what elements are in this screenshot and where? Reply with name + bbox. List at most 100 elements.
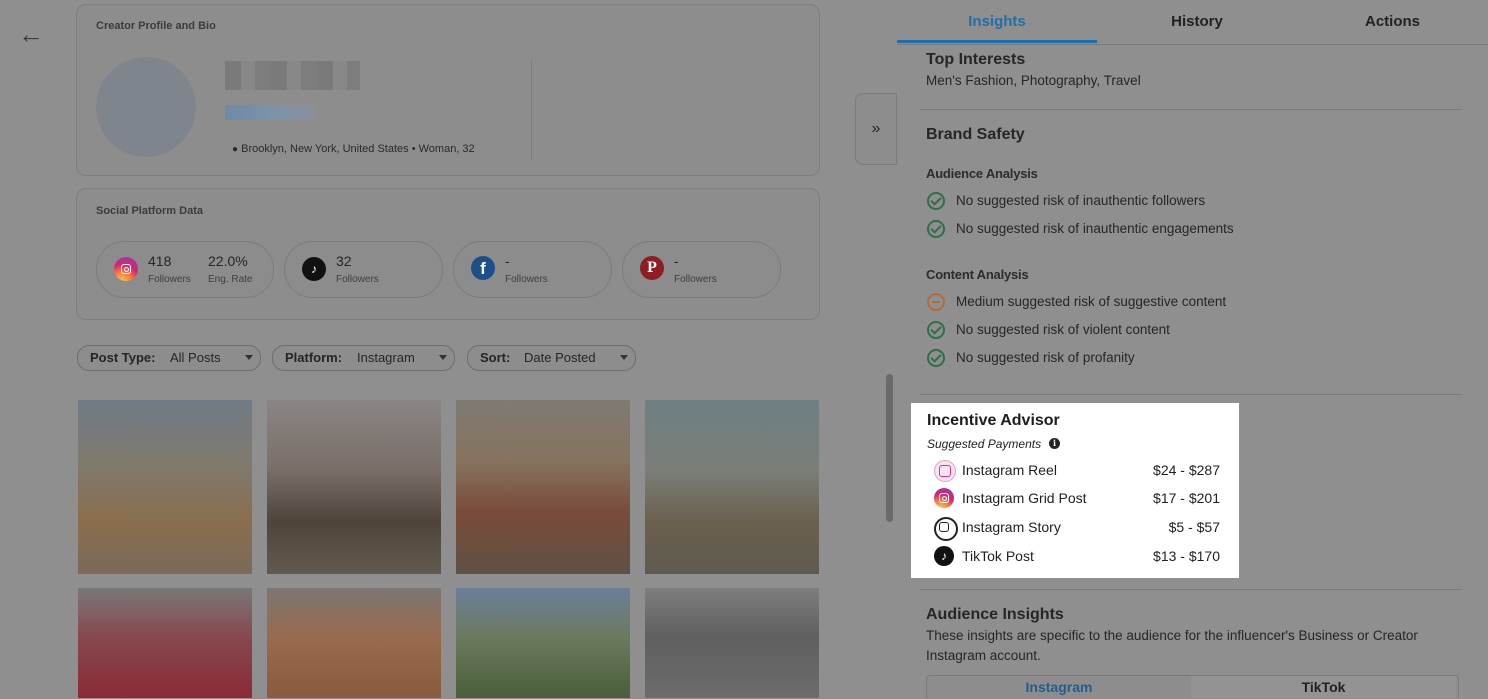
collapse-panel-button[interactable]: »	[855, 93, 897, 165]
platform-pill-tiktok[interactable]: ♪ 32 Followers	[284, 241, 443, 298]
platform-filter-value: Instagram	[357, 350, 415, 365]
facebook-icon: f	[471, 256, 495, 280]
payment-row: Instagram Grid Post $17 - $201	[911, 486, 1239, 510]
post-thumbnail[interactable]	[645, 588, 819, 698]
instagram-followers-label: Followers	[148, 274, 191, 285]
creator-handle-redacted	[225, 105, 315, 120]
demographic-text: Woman, 32	[418, 143, 475, 155]
tiktok-followers: 32	[336, 253, 352, 269]
platform-filter-label: Platform:	[285, 350, 343, 365]
post-thumbnail[interactable]	[267, 588, 441, 698]
platform-pill-facebook[interactable]: f - Followers	[453, 241, 612, 298]
divider	[897, 44, 1488, 45]
tab-audience-tiktok[interactable]: TikTok	[1191, 676, 1456, 698]
tiktok-icon: ♪	[302, 257, 326, 281]
info-icon[interactable]: i	[1049, 438, 1060, 449]
sort-filter[interactable]: Sort: Date Posted	[467, 345, 636, 371]
check-circle-icon	[927, 220, 945, 238]
brand-safety-title: Brand Safety	[926, 126, 1025, 143]
content-analysis-item: Medium suggested risk of suggestive cont…	[956, 294, 1227, 309]
chevron-down-icon	[620, 355, 628, 360]
sort-filter-value: Date Posted	[524, 350, 596, 365]
platform-pill-pinterest[interactable]: P - Followers	[622, 241, 781, 298]
content-analysis-title: Content Analysis	[926, 267, 1029, 282]
tiktok-icon: ♪	[934, 546, 954, 566]
post-type-filter-value: All Posts	[170, 350, 221, 365]
payment-row: Instagram Reel $24 - $287	[911, 458, 1239, 482]
post-thumbnail[interactable]	[456, 400, 630, 574]
post-thumbnail[interactable]	[78, 400, 252, 574]
social-platform-card: Social Platform Data 418 Followers 22.0%…	[76, 188, 820, 320]
instagram-icon	[114, 257, 138, 281]
top-interests-title: Top Interests	[926, 51, 1026, 68]
double-chevron-right-icon: »	[871, 120, 881, 137]
audience-analysis-item: No suggested risk of inauthentic engagem…	[956, 221, 1234, 236]
pinterest-icon: P	[640, 256, 664, 280]
scrollbar[interactable]	[886, 374, 893, 522]
check-circle-icon	[927, 321, 945, 339]
creator-name-redacted	[225, 61, 360, 90]
instagram-eng-label: Eng. Rate	[208, 274, 253, 285]
post-thumbnail[interactable]	[267, 400, 441, 574]
post-type-filter-label: Post Type:	[90, 350, 156, 365]
sort-filter-label: Sort:	[480, 350, 511, 365]
divider	[920, 394, 1462, 395]
post-type-filter[interactable]: Post Type: All Posts	[77, 345, 261, 371]
location-row: ● Brooklyn, New York, United States • Wo…	[232, 143, 475, 155]
audience-insights-description-2: Instagram account.	[926, 648, 1041, 663]
social-card-title: Social Platform Data	[96, 205, 203, 217]
incentive-advisor-title: Incentive Advisor	[927, 412, 1060, 429]
check-circle-icon	[927, 349, 945, 367]
divider	[920, 109, 1462, 110]
payment-row: Instagram Story $5 - $57	[911, 515, 1239, 541]
profile-card: Creator Profile and Bio ● Brooklyn, New …	[76, 4, 820, 176]
chevron-down-icon	[245, 355, 253, 360]
audience-analysis-item: No suggested risk of inauthentic followe…	[956, 193, 1206, 208]
facebook-followers-label: Followers	[505, 274, 548, 285]
content-analysis-item: No suggested risk of profanity	[956, 350, 1135, 365]
payment-range: $24 - $287	[1153, 462, 1220, 478]
insights-side-panel	[897, 0, 1488, 698]
payment-range: $5 - $57	[1168, 519, 1220, 535]
payment-type: Instagram Story	[962, 519, 1061, 535]
avatar	[96, 57, 196, 157]
instagram-reel-icon	[934, 460, 956, 482]
back-arrow-icon[interactable]: ←	[18, 20, 46, 48]
location-pin-icon: ●	[232, 144, 239, 155]
suggested-payments-label: Suggested Payments	[927, 437, 1042, 451]
payment-type: Instagram Grid Post	[962, 490, 1087, 506]
profile-card-title: Creator Profile and Bio	[96, 20, 216, 32]
post-thumbnail[interactable]	[78, 588, 252, 698]
divider	[531, 60, 532, 160]
post-thumbnail[interactable]	[645, 400, 819, 574]
audience-insights-title: Audience Insights	[926, 606, 1064, 623]
chevron-down-icon	[439, 355, 447, 360]
incentive-advisor-card: Incentive Advisor Suggested Payments i I…	[911, 403, 1239, 578]
tab-insights[interactable]: Insights	[897, 0, 1097, 44]
tab-actions[interactable]: Actions	[1297, 0, 1488, 44]
tab-history[interactable]: History	[1097, 0, 1297, 44]
tab-audience-instagram[interactable]: Instagram	[927, 676, 1191, 698]
payment-row: ♪ TikTok Post $13 - $170	[911, 544, 1239, 568]
payment-type: TikTok Post	[962, 548, 1034, 564]
instagram-icon	[934, 488, 954, 508]
tiktok-followers-label: Followers	[336, 274, 379, 285]
instagram-eng-rate: 22.0%	[208, 253, 248, 269]
active-tab-indicator	[897, 40, 1097, 43]
pinterest-followers: -	[674, 253, 679, 269]
location-text: Brooklyn, New York, United States	[241, 143, 409, 155]
post-thumbnail[interactable]	[456, 588, 630, 698]
instagram-followers: 418	[148, 253, 172, 269]
payment-range: $17 - $201	[1153, 490, 1220, 506]
divider	[920, 589, 1462, 590]
minus-circle-icon	[927, 293, 945, 311]
content-analysis-item: No suggested risk of violent content	[956, 322, 1170, 337]
platform-pill-instagram[interactable]: 418 Followers 22.0% Eng. Rate	[96, 241, 274, 298]
facebook-followers: -	[505, 253, 510, 269]
audience-insights-description: These insights are specific to the audie…	[926, 628, 1418, 643]
audience-analysis-title: Audience Analysis	[926, 166, 1038, 181]
pinterest-followers-label: Followers	[674, 274, 717, 285]
check-circle-icon	[927, 192, 945, 210]
payment-range: $13 - $170	[1153, 548, 1220, 564]
platform-filter[interactable]: Platform: Instagram	[272, 345, 455, 371]
